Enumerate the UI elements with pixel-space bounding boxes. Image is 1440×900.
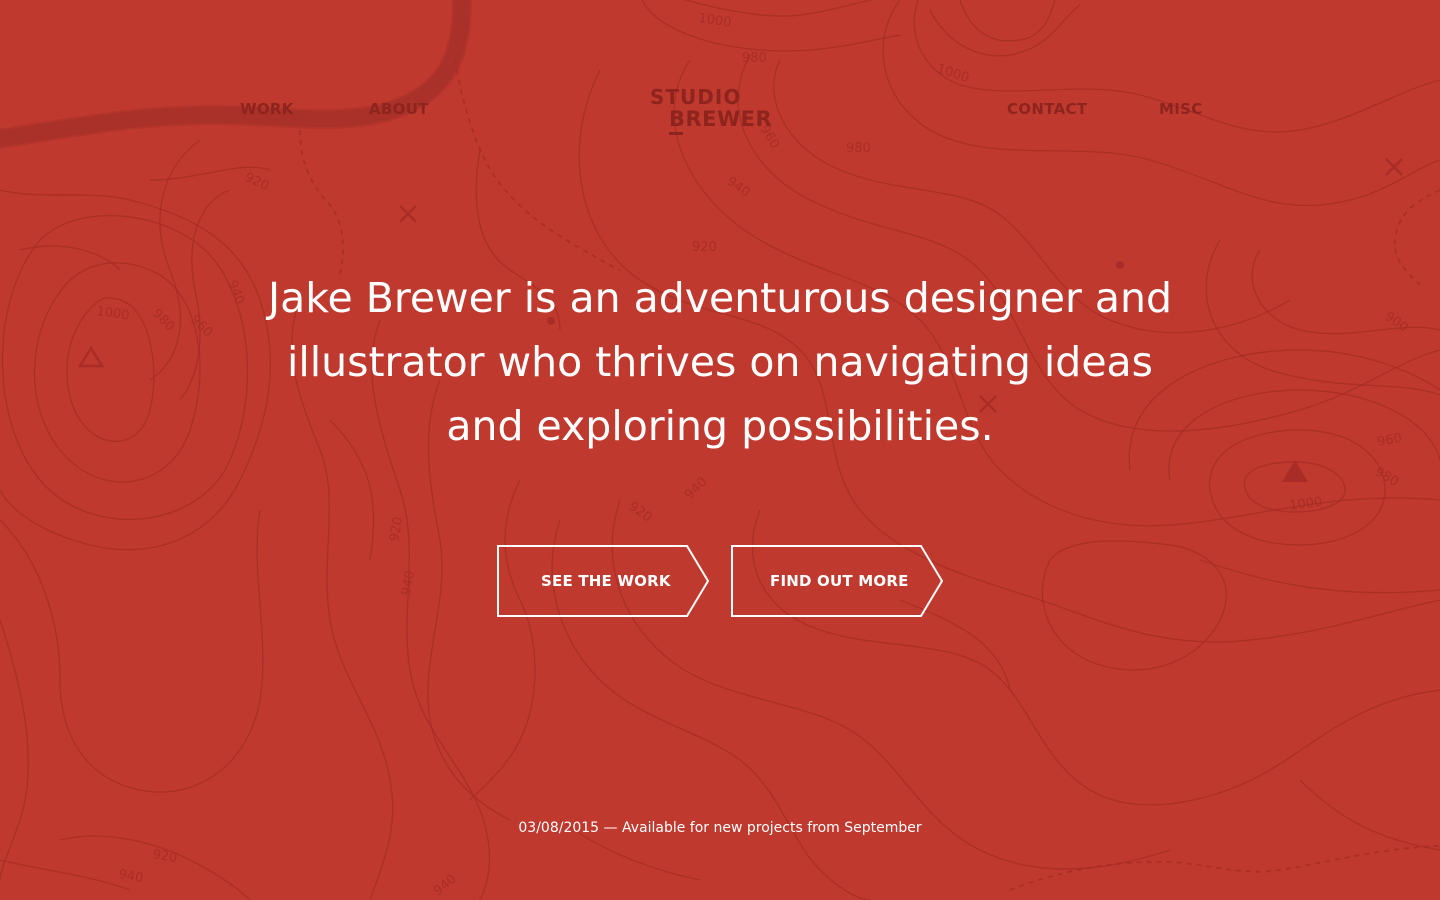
elevation-label: 1000 [935, 62, 971, 86]
hero-headline: Jake Brewer is an adventurous designer a… [200, 266, 1240, 458]
hero-line-3: and exploring possibilities. [446, 402, 994, 450]
elevation-label: 940 [724, 174, 753, 201]
elevation-label: 920 [151, 847, 178, 866]
elevation-label: 1000 [95, 304, 130, 323]
nav-contact-link[interactable]: CONTACT [1007, 100, 1087, 118]
find-out-more-label: FIND OUT MORE [770, 572, 909, 590]
hero-line-1: Jake Brewer is an adventurous designer a… [267, 274, 1172, 322]
elevation-label: 980 [149, 306, 177, 334]
nav-work-link[interactable]: WORK [240, 100, 294, 118]
nav-misc-link[interactable]: MISC [1159, 100, 1203, 118]
elevation-label: 940 [117, 867, 144, 886]
elevation-label: 1000 [1288, 495, 1323, 514]
elevation-label: 980 [846, 141, 871, 156]
elevation-label: 1000 [697, 11, 732, 30]
elevation-label: 980 [1372, 464, 1401, 489]
elevation-label: 920 [626, 499, 655, 526]
find-out-more-button[interactable]: FIND OUT MORE [731, 545, 945, 617]
elevation-label: 940 [682, 475, 710, 503]
elevation-label: 900 [1382, 309, 1411, 336]
summit-icon [1282, 460, 1308, 482]
elevation-label: 940 [431, 872, 460, 899]
nav-about-link[interactable]: ABOUT [369, 100, 429, 118]
triangle-marker-icon [77, 345, 105, 368]
see-the-work-label: SEE THE WORK [541, 572, 671, 590]
logo-line-2: BREWER [669, 107, 773, 131]
elevation-label: 960 [1376, 431, 1403, 450]
studio-brewer-logo[interactable]: STUDIO BREWER [650, 86, 790, 138]
elevation-label: 920 [242, 170, 271, 194]
elevation-label: 940 [399, 570, 418, 597]
elevation-label: 920 [387, 516, 406, 543]
logo-underline [669, 132, 683, 135]
hero-line-2: illustrator who thrives on navigating id… [286, 338, 1154, 386]
x-marker-icon [1385, 158, 1403, 176]
availability-note: 03/08/2015 — Available for new projects … [518, 820, 922, 836]
x-marker-icon [399, 205, 417, 223]
elevation-label: 920 [692, 240, 717, 255]
see-the-work-button[interactable]: SEE THE WORK [497, 545, 711, 617]
elevation-label: 980 [742, 51, 767, 66]
logo-line-1: STUDIO [650, 85, 742, 109]
